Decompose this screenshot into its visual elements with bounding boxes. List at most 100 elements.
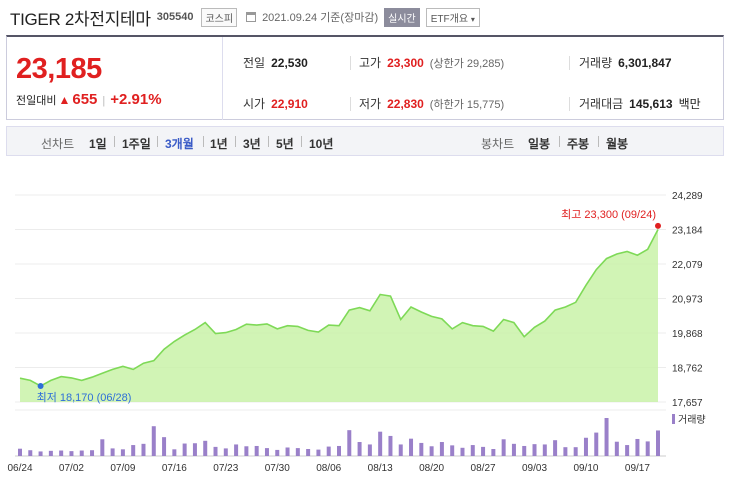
price-change: 전일대비 ▲ 655 | +2.91%: [16, 91, 162, 108]
volume-bar: [306, 449, 311, 456]
tab-1d[interactable]: 1일: [89, 135, 107, 152]
volume-bar: [604, 418, 609, 456]
tab-monthly[interactable]: 월봉: [606, 135, 628, 152]
volume-bar: [594, 432, 599, 456]
volume: 거래량 6,301,847: [579, 56, 672, 70]
x-tick-label: 06/24: [7, 463, 32, 474]
tab-weekly[interactable]: 주봉: [567, 135, 589, 152]
volume-bar: [450, 445, 455, 456]
volume-bar: [388, 435, 393, 456]
volume-legend-swatch: [672, 414, 675, 424]
x-tick-label: 07/09: [110, 463, 135, 474]
high-marker: [655, 222, 661, 229]
volume-bar: [635, 438, 640, 456]
tab-1y[interactable]: 1년: [210, 135, 228, 152]
etf-overview-dropdown[interactable]: ETF개요 ▾: [425, 7, 480, 27]
stock-code: 305540: [156, 11, 194, 23]
volume-bar: [131, 445, 136, 456]
tab-1w[interactable]: 1주일: [122, 135, 151, 152]
volume-bar: [264, 448, 269, 456]
price-area-fill: [20, 229, 658, 402]
candle-chart-label: 봉차트: [481, 137, 515, 151]
up-arrow-icon: ▲: [58, 93, 71, 107]
volume-bar: [429, 446, 434, 456]
y-tick-label: 20,973: [672, 295, 703, 306]
volume-bar: [481, 446, 486, 456]
volume-bar: [120, 449, 125, 456]
volume-bar: [357, 442, 362, 456]
volume-bar: [326, 446, 331, 456]
day-high: 고가 23,300 (상한가 29,285): [359, 56, 505, 70]
volume-bar: [275, 449, 280, 456]
tab-5y[interactable]: 5년: [276, 135, 294, 152]
volume-bar: [614, 441, 619, 456]
tab-10y[interactable]: 10년: [309, 135, 333, 152]
realtime-button[interactable]: 실시간: [384, 7, 420, 27]
y-tick-label: 18,762: [672, 364, 703, 375]
volume-bar: [18, 448, 22, 456]
tab-daily[interactable]: 일봉: [528, 135, 550, 152]
volume-bar: [491, 449, 496, 456]
x-tick-label: 08/13: [368, 463, 393, 474]
x-tick-label: 07/30: [265, 463, 290, 474]
market-badge: 코스피: [201, 7, 238, 27]
volume-bar: [337, 445, 341, 456]
volume-bar: [254, 445, 259, 456]
volume-bar: [141, 443, 146, 456]
volume-bar: [625, 445, 630, 456]
volume-bar: [100, 439, 105, 456]
volume-bar: [28, 450, 33, 456]
y-tick-label: 19,868: [672, 329, 703, 340]
volume-bar: [172, 449, 177, 456]
y-tick-label: 22,079: [672, 260, 703, 271]
volume-bar: [192, 443, 197, 456]
volume-bar: [38, 451, 43, 456]
tab-3y[interactable]: 3년: [243, 135, 261, 152]
header: TIGER 2차전지테마 305540 코스피 2021.09.24 기준(장마…: [10, 6, 480, 29]
volume-bar: [151, 426, 156, 456]
quote-date: 2021.09.24 기준(장마감): [262, 12, 379, 24]
volume-bar: [460, 447, 465, 456]
trade-amount: 거래대금 145,613 백만: [579, 97, 701, 111]
volume-bar: [511, 443, 516, 456]
low-marker: [37, 382, 44, 389]
current-price-box: 23,185 전일대비 ▲ 655 | +2.91%: [7, 37, 223, 120]
chevron-down-icon: ▾: [470, 14, 475, 24]
volume-bar: [532, 444, 537, 456]
open-price: 시가 22,910: [243, 97, 308, 111]
volume-bar: [203, 440, 208, 456]
x-tick-label: 08/06: [316, 463, 341, 474]
volume-bar: [59, 450, 64, 456]
volume-bar: [213, 446, 218, 456]
x-tick-label: 07/16: [162, 463, 187, 474]
volume-bar: [367, 444, 372, 456]
volume-bar: [295, 448, 300, 456]
volume-bar: [347, 430, 352, 456]
y-tick-label: 17,657: [672, 398, 703, 409]
volume-legend: 거래량: [678, 414, 706, 426]
volume-bar: [553, 440, 558, 456]
volume-bar: [162, 437, 167, 456]
y-tick-label: 23,184: [672, 226, 703, 237]
volume-bar: [645, 441, 650, 456]
volume-bar: [563, 447, 568, 456]
tab-3m[interactable]: 3개월: [165, 135, 194, 152]
volume-bar: [378, 431, 383, 456]
volume-bar: [419, 442, 424, 456]
y-tick-label: 24,289: [672, 191, 703, 202]
price-summary: 23,185 전일대비 ▲ 655 | +2.91% 전일 22,530 고가 23…: [6, 35, 724, 120]
volume-bar: [522, 445, 527, 456]
prev-close: 전일 22,530: [243, 56, 308, 70]
low-note: 최저 18,170 (06/28): [37, 391, 132, 404]
volume-bar: [656, 430, 660, 456]
etf-title: TIGER 2차전지테마: [10, 9, 151, 29]
volume-bar: [234, 444, 239, 456]
calendar-icon: [246, 12, 257, 22]
x-tick-label: 09/17: [625, 463, 650, 474]
price-chart[interactable]: 24,289 23,184 22,079 20,973 19,868 18,762 17,6…: [0, 160, 730, 485]
volume-bar: [398, 444, 403, 456]
volume-bar: [501, 439, 506, 456]
volume-bar: [573, 447, 578, 456]
volume-bar: [223, 448, 228, 456]
volume-bar: [90, 450, 95, 456]
